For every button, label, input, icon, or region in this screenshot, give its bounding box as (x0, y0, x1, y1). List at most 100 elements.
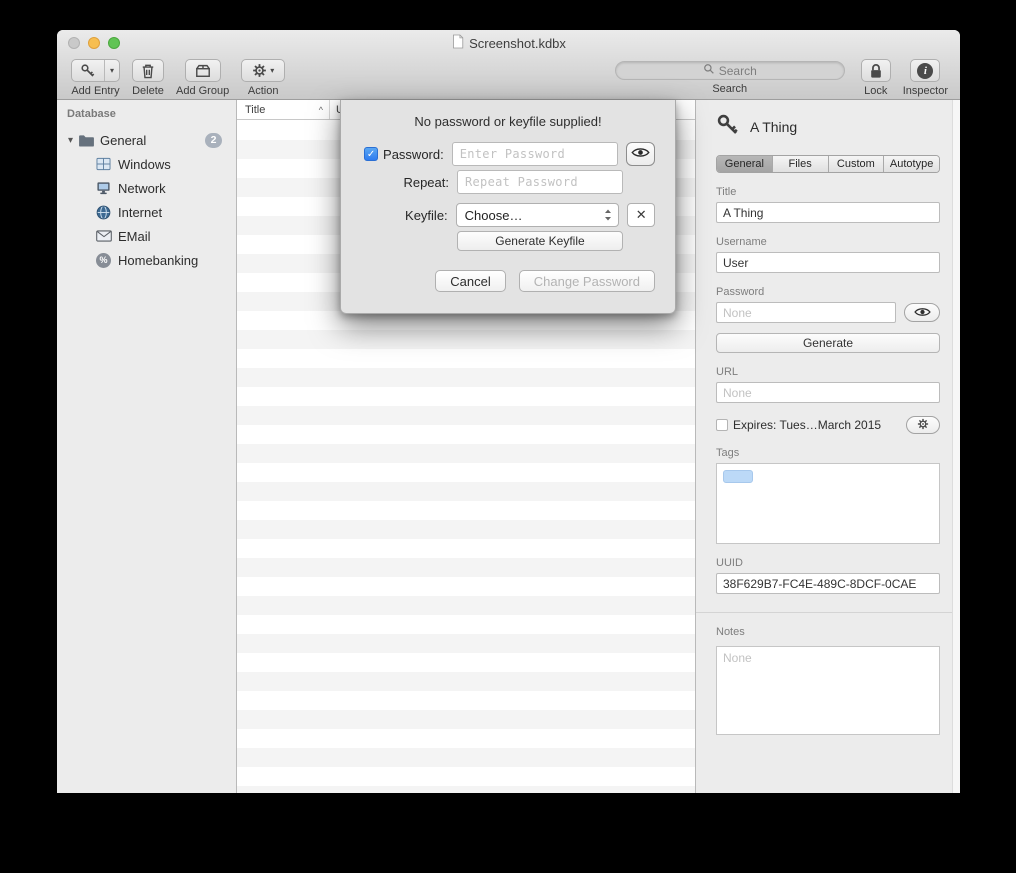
generate-keyfile-row: Generate Keyfile (361, 231, 655, 251)
username-field[interactable] (716, 252, 940, 273)
change-password-dialog: No password or keyfile supplied! ✓ Passw… (340, 100, 676, 314)
toolbar-add-group: Add Group (176, 59, 229, 97)
username-label: Username (716, 236, 940, 248)
close-button[interactable] (68, 37, 80, 49)
cancel-button[interactable]: Cancel (435, 270, 505, 292)
search-label: Search (712, 83, 747, 95)
add-entry-dropdown-button[interactable]: ▾ (104, 60, 119, 81)
select-chevrons-icon (604, 208, 612, 222)
url-label: URL (716, 366, 940, 378)
entry-count-badge: 2 (205, 133, 222, 148)
lock-button[interactable] (861, 59, 891, 82)
expires-label: Expires: Tues…March 2015 (733, 418, 881, 432)
folder-icon (78, 134, 98, 147)
tab-general[interactable]: General (717, 156, 772, 172)
action-button[interactable]: ▾ (241, 59, 285, 82)
add-entry-button[interactable] (72, 60, 104, 81)
keyfile-row: Keyfile: Choose… ✕ (361, 203, 655, 227)
sidebar-item-windows[interactable]: Windows (57, 152, 236, 176)
sidebar-item-label: Windows (118, 157, 171, 172)
sidebar-item-label: Network (118, 181, 166, 196)
generate-label: Generate (803, 336, 853, 350)
sidebar-header: Database (57, 108, 236, 120)
notes-field[interactable] (716, 646, 940, 735)
dialog-actions: Cancel Change Password (341, 270, 655, 292)
change-password-button[interactable]: Change Password (519, 270, 655, 292)
dialog-repeat-label: Repeat: (403, 175, 449, 190)
inspector-entry-header: A Thing (716, 113, 940, 140)
inspector-scrollbar[interactable] (952, 100, 960, 793)
inspector-tabs: General Files Custom Autotype (716, 155, 940, 173)
gear-icon (252, 63, 267, 78)
generate-keyfile-button[interactable]: Generate Keyfile (457, 231, 623, 251)
eye-icon (631, 145, 650, 163)
toolbar-add-entry: ▾ Add Entry (71, 59, 120, 97)
tags-box[interactable] (716, 463, 940, 544)
sidebar-item-internet[interactable]: Internet (57, 200, 236, 224)
tag-pill[interactable] (723, 470, 753, 483)
tab-files[interactable]: Files (772, 156, 828, 172)
generate-password-button[interactable]: Generate (716, 333, 940, 353)
sidebar-item-homebanking[interactable]: % Homebanking (57, 248, 236, 272)
sidebar-item-general[interactable]: ▾ General 2 (57, 128, 236, 152)
dialog-repeat-field[interactable] (457, 170, 623, 194)
tab-autotype[interactable]: Autotype (883, 156, 939, 172)
toolbar-search: Search Search (615, 59, 845, 95)
tab-custom[interactable]: Custom (828, 156, 884, 172)
sidebar-item-email[interactable]: EMail (57, 224, 236, 248)
titlebar[interactable]: Screenshot.kdbx (57, 30, 960, 56)
title-label: Title (716, 186, 940, 198)
envelope-icon (96, 230, 116, 242)
dialog-password-field[interactable] (452, 142, 618, 166)
disclosure-triangle-icon[interactable]: ▾ (63, 135, 78, 146)
eye-icon (914, 306, 931, 320)
password-field[interactable] (716, 302, 896, 323)
delete-button[interactable] (132, 59, 164, 82)
keyfile-select-value: Choose… (465, 208, 523, 223)
add-group-label: Add Group (176, 85, 229, 97)
toolbar-delete: Delete (132, 59, 164, 97)
dialog-message: No password or keyfile supplied! (341, 114, 675, 129)
caret-down-icon: ▾ (270, 66, 274, 75)
trash-icon (141, 63, 155, 79)
monitor-icon (96, 181, 116, 195)
search-icon (703, 63, 715, 78)
expires-settings-button[interactable] (906, 416, 940, 434)
inspector-button[interactable]: i (910, 59, 940, 82)
uuid-label: UUID (716, 557, 940, 569)
entry-title: A Thing (750, 119, 797, 135)
add-entry-label: Add Entry (71, 85, 119, 97)
toolbar-right: Search Search Lock i Ins (615, 59, 948, 97)
sidebar-item-label: EMail (118, 229, 151, 244)
column-header-title[interactable]: Title ^ (237, 100, 330, 119)
password-label: Password (716, 286, 940, 298)
title-field[interactable] (716, 202, 940, 223)
lock-label: Lock (864, 85, 887, 97)
minimize-button[interactable] (88, 37, 100, 49)
clear-icon: ✕ (636, 207, 647, 223)
sidebar: Database ▾ General 2 Windows Networ (57, 100, 237, 793)
password-row: ✓ Password: (361, 142, 655, 166)
app-window: Screenshot.kdbx ▾ Add Entry (57, 30, 960, 793)
zoom-button[interactable] (108, 37, 120, 49)
toolbar-lock: Lock (861, 59, 891, 97)
password-checkbox[interactable]: ✓ (364, 147, 378, 161)
uuid-field[interactable] (716, 573, 940, 594)
windows-icon (96, 157, 116, 171)
url-field[interactable] (716, 382, 940, 403)
search-input[interactable]: Search (615, 61, 845, 80)
inspector-label: Inspector (903, 85, 948, 97)
reveal-password-button[interactable] (904, 303, 940, 322)
toolbar-action: ▾ Action (241, 59, 285, 97)
expires-checkbox[interactable] (716, 419, 728, 431)
sidebar-item-network[interactable]: Network (57, 176, 236, 200)
toolbar: ▾ Add Entry Delete A (57, 56, 960, 100)
keyfile-select[interactable]: Choose… (456, 203, 620, 227)
action-label: Action (248, 85, 279, 97)
add-group-button[interactable] (185, 59, 221, 82)
lock-icon (869, 63, 883, 79)
reveal-dialog-password-button[interactable] (626, 142, 655, 166)
clear-keyfile-button[interactable]: ✕ (627, 203, 655, 227)
sidebar-item-label: General (100, 133, 146, 148)
group-box-icon (195, 63, 211, 78)
